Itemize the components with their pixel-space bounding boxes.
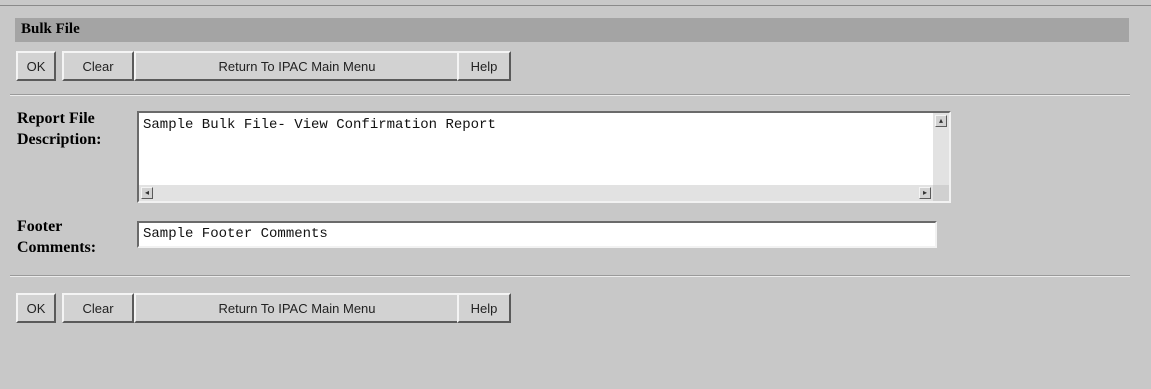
vertical-scrollbar[interactable]: ▴ [933,113,949,185]
page-title: Bulk File [15,18,1129,42]
scroll-left-icon[interactable]: ◂ [141,187,153,199]
divider-top [10,94,1130,96]
ok-button-top[interactable]: OK [16,51,56,81]
clear-button-bottom[interactable]: Clear [62,293,134,323]
resize-corner [933,185,949,201]
horizontal-scrollbar[interactable]: ◂ ▸ [139,185,933,201]
return-main-menu-button-top[interactable]: Return To IPAC Main Menu [134,51,460,81]
report-description-value[interactable]: Sample Bulk File- View Confirmation Repo… [143,117,496,133]
footer-comments-input[interactable]: Sample Footer Comments [137,221,937,248]
scroll-up-icon[interactable]: ▴ [935,115,947,127]
help-button-bottom[interactable]: Help [457,293,511,323]
divider-bottom [10,275,1130,277]
footer-comments-label-line2: Comments: [17,239,97,256]
scroll-right-icon[interactable]: ▸ [919,187,931,199]
return-main-menu-button-bottom[interactable]: Return To IPAC Main Menu [134,293,460,323]
ok-button-bottom[interactable]: OK [16,293,56,323]
report-description-textarea[interactable]: Sample Bulk File- View Confirmation Repo… [137,111,951,203]
report-description-label-line2: Description: [17,131,102,148]
footer-comments-label: Footer Comments: [17,216,96,258]
window-top-border [0,5,1151,6]
footer-comments-label-line1: Footer [17,218,63,235]
report-description-label-line1: Report File [17,110,95,127]
help-button-top[interactable]: Help [457,51,511,81]
clear-button-top[interactable]: Clear [62,51,134,81]
report-description-label: Report File Description: [17,108,101,150]
